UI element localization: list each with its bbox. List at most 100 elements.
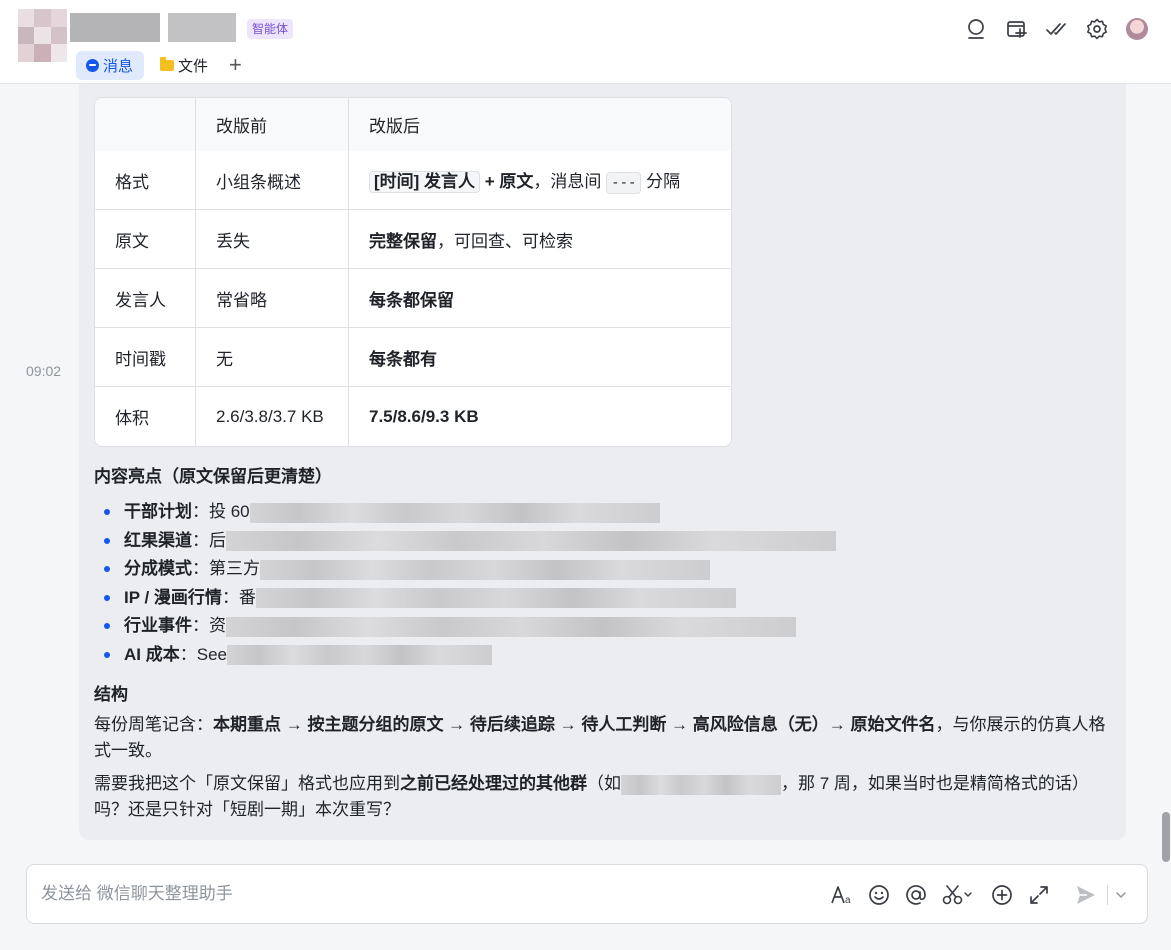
bold-text: 本期重点 → 按主题分组的原文 → 待后续追踪 → 待人工判断 → 高风险信息（…: [213, 715, 936, 734]
message-list[interactable]: 09:02 改版前 改版后 格式 小组条概述 [时间] 发言人 + 原文，消息间…: [0, 84, 1171, 866]
send-options-icon[interactable]: [1114, 883, 1128, 907]
check-icon[interactable]: [1045, 17, 1069, 41]
item-text: ：资: [192, 616, 226, 636]
item-label: IP / 漫画行情: [124, 587, 222, 607]
table-cell: 每条都有: [349, 328, 731, 387]
table-header-row: 改版前 改版后: [95, 98, 731, 151]
item-text: ：第三方: [192, 559, 260, 579]
list-item: IP / 漫画行情：番: [104, 584, 836, 613]
table-row: 时间戳 无 每条都有: [95, 328, 731, 387]
settings-icon[interactable]: [1085, 17, 1109, 41]
emoji-icon[interactable]: [867, 883, 891, 907]
inline-code: ---: [606, 171, 642, 194]
inline-code: [时间] 发言人: [369, 170, 481, 193]
table-cell: 完整保留，可回查、可检索: [349, 210, 731, 269]
agent-badge: 智能体: [247, 19, 294, 39]
message-composer: a: [26, 864, 1148, 924]
para-text: 需要我把这个「原文保留」格式也应用到: [94, 774, 400, 793]
message-icon: [86, 59, 99, 72]
expand-icon[interactable]: [1027, 883, 1051, 907]
add-window-icon[interactable]: [1005, 17, 1029, 41]
table-cell: 无: [196, 328, 349, 387]
tab-files[interactable]: 文件: [150, 51, 218, 80]
scissors-icon[interactable]: [941, 883, 973, 907]
table-cell: 原文: [95, 210, 196, 269]
table-cell: 常省略: [196, 269, 349, 328]
item-label: 红果渠道: [124, 530, 192, 550]
message-input[interactable]: [41, 879, 801, 909]
user-avatar[interactable]: [1126, 18, 1148, 40]
table-cell: 丢失: [196, 210, 349, 269]
chat-title-redacted[interactable]: [70, 13, 236, 42]
table-cell: 时间戳: [95, 328, 196, 387]
item-text: ：See: [179, 644, 227, 664]
list-item: 分成模式：第三方: [104, 555, 836, 584]
comparison-table: 改版前 改版后 格式 小组条概述 [时间] 发言人 + 原文，消息间 --- 分…: [94, 97, 732, 447]
table-cell: 格式: [95, 151, 196, 210]
bold-text: 之前已经处理过的其他群: [400, 774, 587, 793]
item-text: ：番: [221, 587, 256, 607]
item-label: 分成模式: [124, 559, 192, 579]
scrollbar-thumb[interactable]: [1162, 812, 1170, 862]
item-text: ：后: [192, 530, 226, 550]
toolbar-divider: [1107, 885, 1108, 905]
redacted-text: [226, 531, 836, 552]
list-item: 红果渠道：后: [104, 527, 836, 556]
tab-messages-label: 消息: [103, 58, 134, 75]
para-text: （如: [587, 774, 621, 793]
tab-messages[interactable]: 消息: [76, 51, 144, 80]
search-icon[interactable]: [965, 17, 989, 41]
item-text: ：投 60: [192, 502, 250, 521]
table-cell: 体积: [95, 387, 196, 446]
plus-sign: +: [480, 171, 500, 191]
structure-title: 结构: [94, 685, 128, 704]
para-text: 每份周笔记含：: [94, 715, 213, 734]
add-tab-button[interactable]: +: [229, 53, 242, 77]
list-item: 干部计划：投 60: [104, 498, 836, 527]
list-item: 行业事件：资: [104, 612, 836, 641]
redacted-text: [249, 502, 660, 523]
message-timestamp: 09:02: [26, 363, 62, 379]
redacted-text: [226, 645, 492, 666]
redacted-text: [255, 588, 736, 609]
cell-text: 分隔: [641, 171, 681, 191]
item-label: 行业事件: [124, 616, 192, 636]
bold-text: 完整保留: [369, 231, 437, 251]
table-header-cell: 改版前: [196, 98, 349, 151]
bold-text: 每条都保留: [369, 290, 454, 310]
table-cell: 小组条概述: [196, 151, 349, 210]
cell-text: ，可回查、可检索: [437, 231, 573, 251]
table-cell: 2.6/3.8/3.7 KB: [196, 387, 349, 446]
chat-header: 智能体 消息 文件 +: [0, 0, 1171, 84]
send-icon[interactable]: [1074, 883, 1098, 907]
table-row: 发言人 常省略 每条都保留: [95, 269, 731, 328]
item-label: 干部计划: [124, 502, 192, 521]
add-icon[interactable]: [990, 883, 1014, 907]
table-header-cell: [95, 98, 196, 151]
table-cell: 7.5/8.6/9.3 KB: [349, 387, 731, 446]
redacted-text: [621, 774, 781, 795]
redacted-text: [260, 559, 710, 580]
mention-icon[interactable]: [904, 883, 928, 907]
svg-text:a: a: [845, 895, 851, 906]
question-paragraph: 需要我把这个「原文保留」格式也应用到之前已经处理过的其他群（如 ，那 7 周，如果…: [94, 771, 1114, 823]
bold-text: 每条都有: [369, 349, 437, 369]
list-item: AI 成本：See: [104, 641, 836, 670]
tab-files-label: 文件: [178, 58, 209, 75]
font-icon[interactable]: a: [830, 883, 854, 907]
bold-text: 7.5/8.6/9.3 KB: [369, 406, 479, 426]
highlights-list: 干部计划：投 60 红果渠道：后 分成模式：第三方 IP / 漫画行情：番 行业…: [104, 498, 836, 670]
table-row: 原文 丢失 完整保留，可回查、可检索: [95, 210, 731, 269]
table-header-cell: 改版后: [349, 98, 731, 151]
table-cell: 每条都保留: [349, 269, 731, 328]
folder-icon: [160, 57, 174, 71]
table-row: 体积 2.6/3.8/3.7 KB 7.5/8.6/9.3 KB: [95, 387, 731, 446]
group-avatar[interactable]: [18, 9, 67, 62]
table-cell: [时间] 发言人 + 原文，消息间 --- 分隔: [349, 151, 731, 210]
table-cell: 发言人: [95, 269, 196, 328]
item-label: AI 成本: [124, 644, 180, 664]
table-row: 格式 小组条概述 [时间] 发言人 + 原文，消息间 --- 分隔: [95, 151, 731, 210]
redacted-text: [226, 616, 796, 637]
bold-text: 原文: [499, 171, 534, 191]
structure-paragraph: 每份周笔记含：本期重点 → 按主题分组的原文 → 待后续追踪 → 待人工判断 →…: [94, 712, 1114, 764]
